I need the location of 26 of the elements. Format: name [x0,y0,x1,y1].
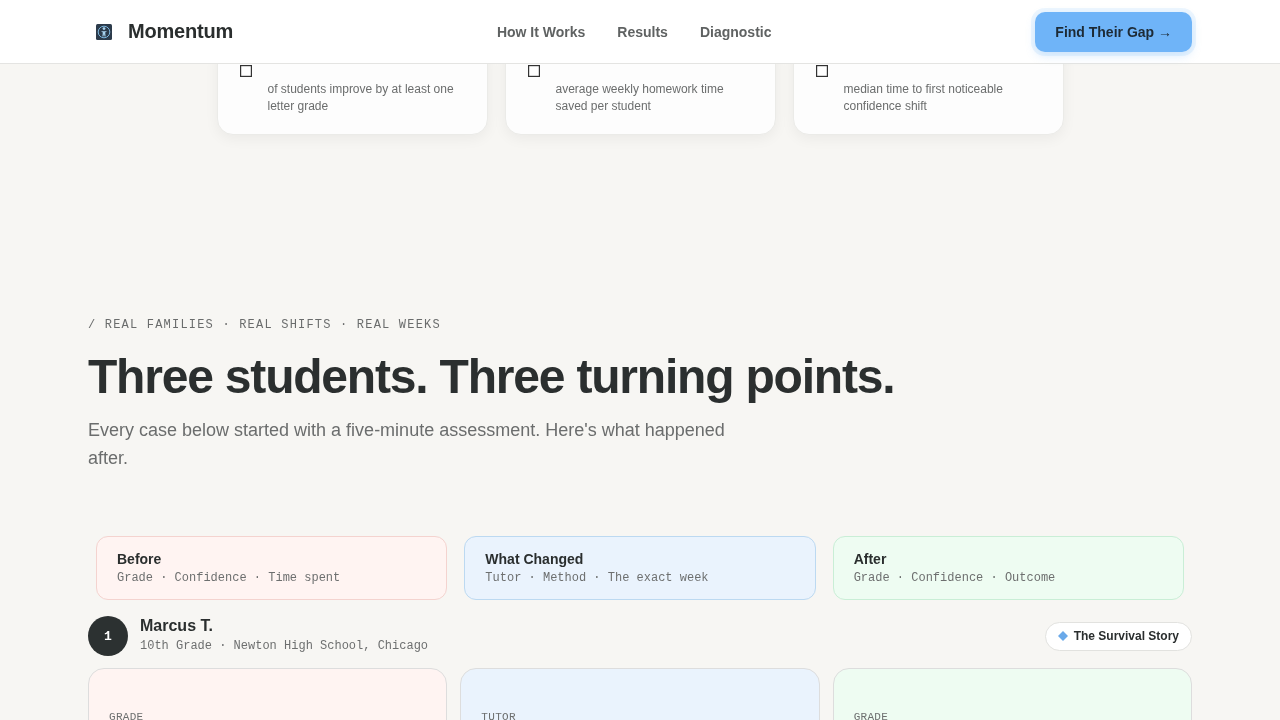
stat-description: median time to first noticeable confidence shift [843,81,1004,115]
case-number: 1 [88,616,128,656]
column-subtitle: Tutor · Method · The exact week [485,570,710,586]
find-gap-button[interactable]: Find Their Gap → [1035,11,1192,52]
logo-icon [96,23,112,40]
column-title: Before [117,550,163,568]
diamond-icon [1057,631,1068,641]
nav-link[interactable]: Diagnostic [699,23,772,40]
panel-label: TUTOR [481,711,516,720]
student-details: 10th Grade · Newton High School, Chicago [140,638,429,654]
column-subtitle: Grade · Confidence · Outcome [853,570,1057,586]
student-name: Marcus T. [140,616,214,636]
section-title: Three students. Three turning points. [88,350,896,403]
column-title: After [853,550,888,568]
panel-label: GRADE [853,711,889,720]
stat-description: of students improve by at least one letter grade [267,81,455,115]
nav-link[interactable]: How It Works [496,23,586,40]
story-tag-label: The Survival Story [1073,629,1179,643]
nav-link[interactable]: Results [617,23,668,40]
section-subtitle: Every case below started with a five-minute assessment. Here's what happened after. [88,419,726,470]
panel-label: GRADE [109,711,144,720]
section-eyebrow: / REAL FAMILIES · REAL SHIFTS · REAL WEEKS [88,318,442,332]
column-title: What Changed [485,550,585,568]
column-subtitle: Grade · Confidence · Time spent [117,570,342,586]
stat-description: average weekly homework time saved per student [555,81,725,115]
brand-name: Momentum [128,20,234,43]
